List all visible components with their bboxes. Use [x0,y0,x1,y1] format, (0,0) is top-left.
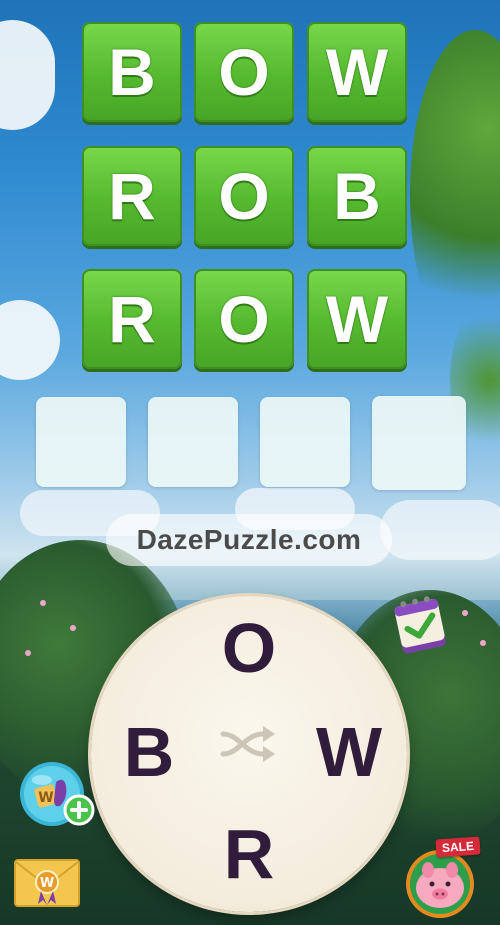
wheel-letter-bottom[interactable]: R [209,814,289,894]
letter-tile: B [82,22,182,122]
letter-tile: B [307,146,407,246]
letter-tile: O [194,146,294,246]
game-screen: B O W R O B R O W DazePuzzle.com O B W R [0,0,500,925]
svg-text:W: W [38,790,53,806]
letter-tile: R [82,146,182,246]
envelope-icon[interactable]: W [14,858,80,908]
letter-tile: R [82,269,182,369]
watermark: DazePuzzle.com [106,514,392,566]
shuffle-icon[interactable] [219,724,279,764]
wheel-letter-top[interactable]: O [209,608,289,688]
sale-badge: SALE [435,836,481,858]
cloud [0,300,60,380]
empty-letter-slot [148,397,238,487]
wheel-letter-left[interactable]: B [109,712,189,792]
letter-tile: W [307,22,407,122]
shop-button[interactable]: SALE [400,836,486,920]
letter-wheel[interactable]: O B W R [91,596,407,912]
empty-letter-slot [372,396,466,490]
empty-letter-slot [36,397,126,487]
empty-letter-slot [260,397,350,487]
flower [40,600,46,606]
wheel-letter-right[interactable]: W [309,712,389,792]
cloud [380,500,500,560]
calendar-check-icon[interactable] [392,592,450,658]
svg-text:W: W [40,876,54,891]
flower [480,640,486,646]
letter-tile: O [194,269,294,369]
letter-tile: O [194,22,294,122]
flower [70,625,76,631]
flower [25,650,31,656]
letter-tile: W [307,269,407,369]
hint-booster-icon[interactable]: W [18,760,96,830]
cloud [0,20,55,130]
flower [462,610,468,616]
